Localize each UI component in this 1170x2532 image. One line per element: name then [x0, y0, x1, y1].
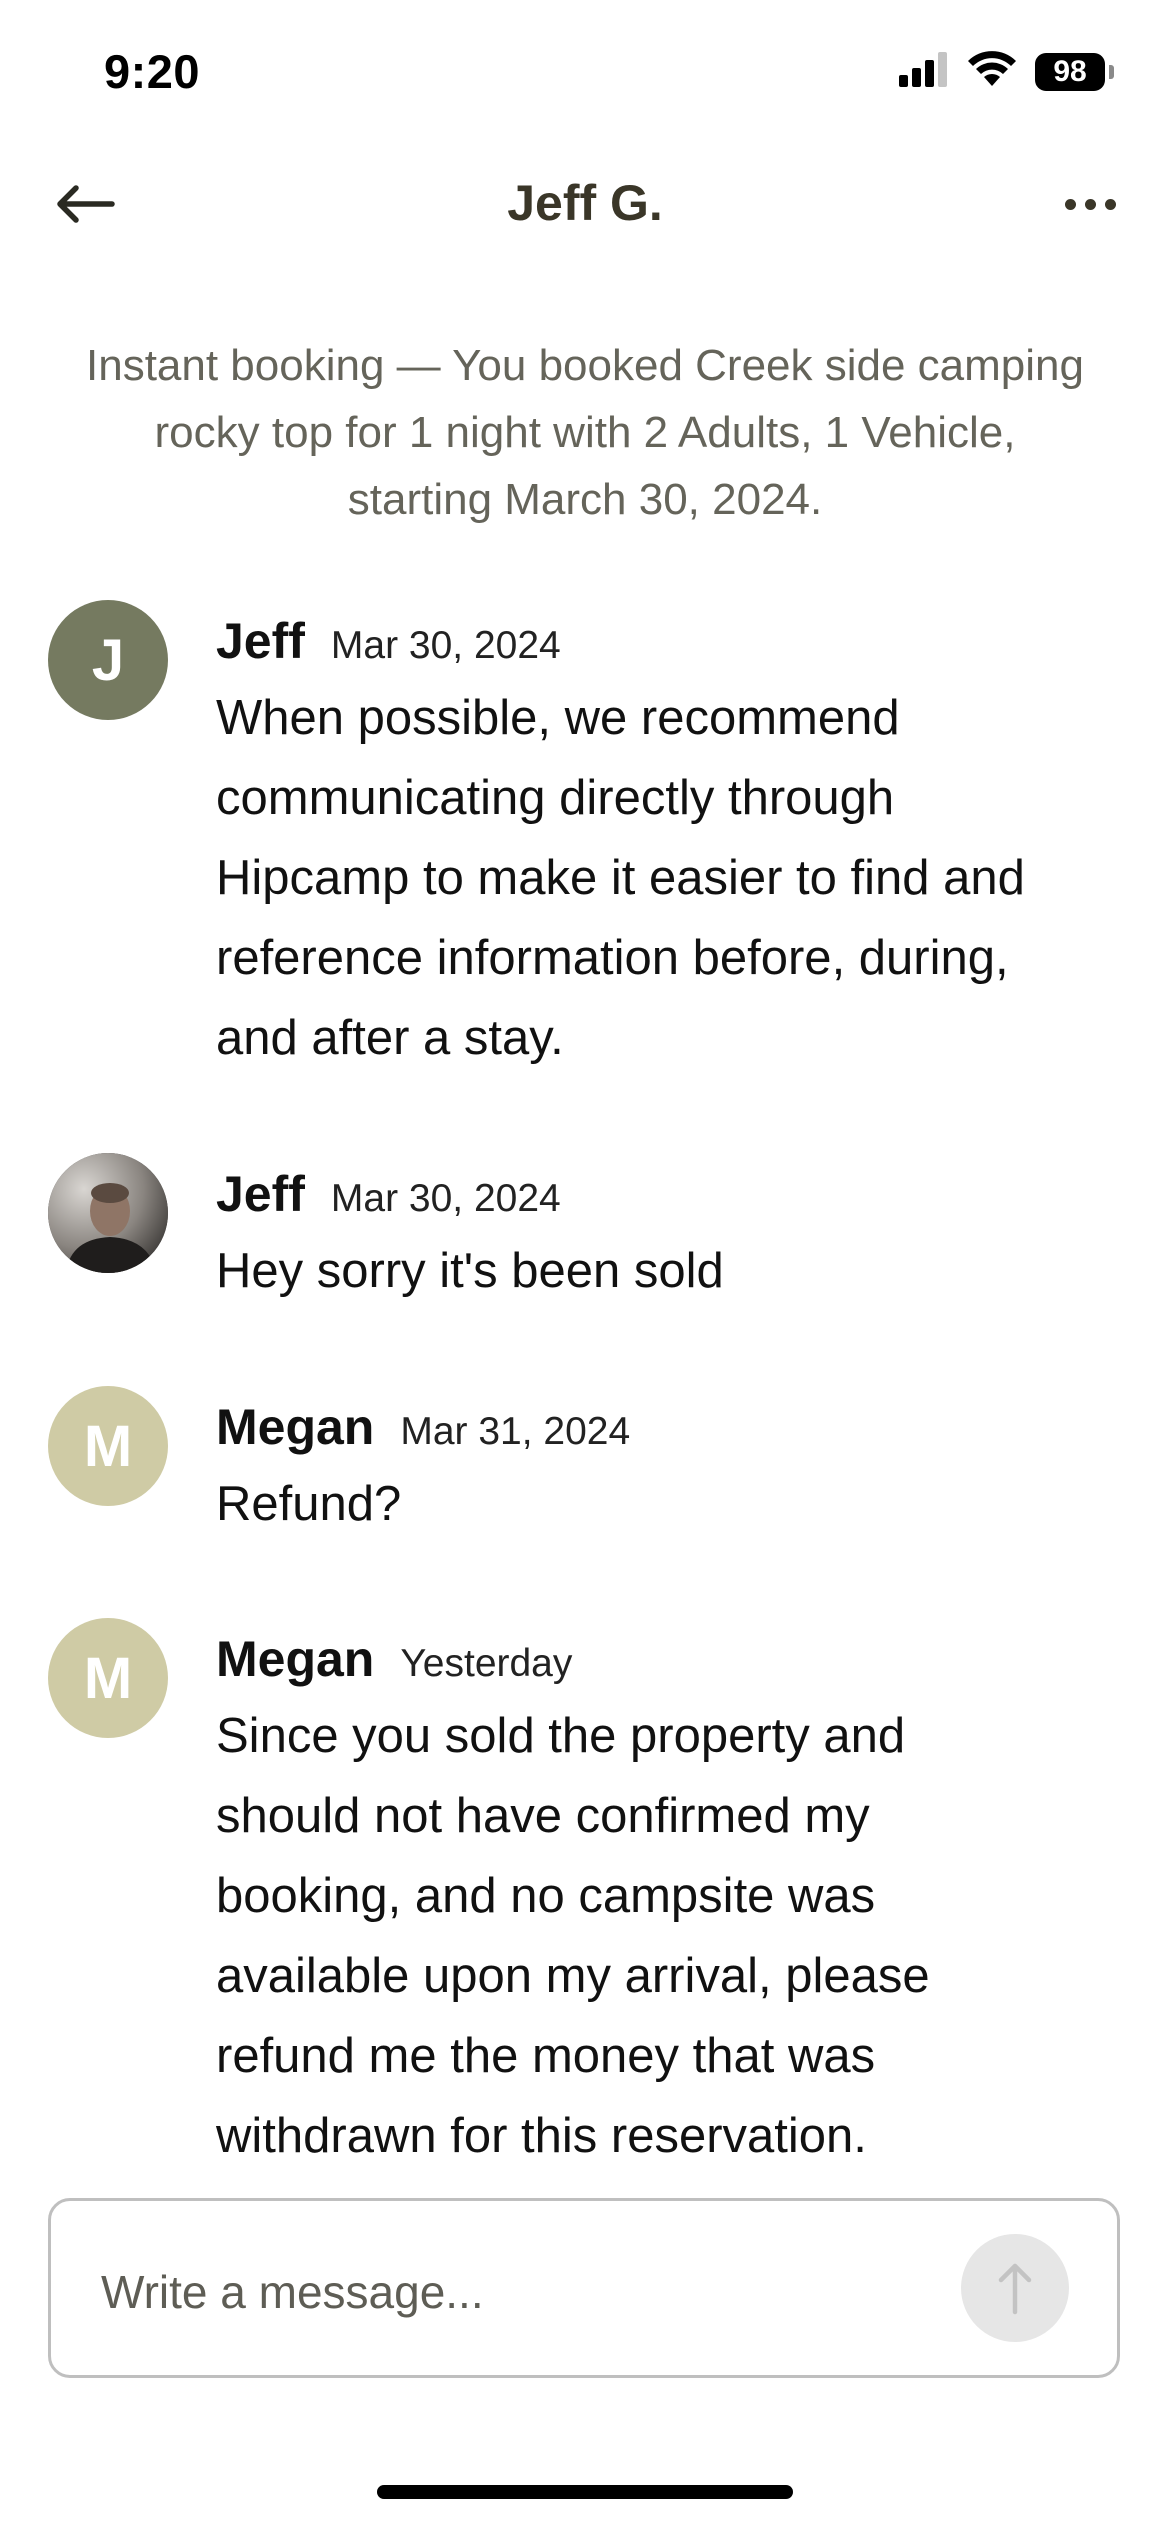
avatar[interactable]: M — [48, 1618, 168, 1738]
conversation-header: Jeff G. — [0, 150, 1170, 260]
message-line: should not have confirmed my — [216, 1789, 870, 1843]
sender-name: Megan — [216, 1399, 375, 1455]
message-line: available upon my arrival, please — [216, 1949, 930, 2003]
message-text: Refund? — [216, 1464, 1120, 1544]
wifi-icon — [967, 50, 1017, 93]
message-line: refund me the money that was — [216, 2029, 876, 2083]
more-options-button[interactable] — [1050, 174, 1130, 234]
message-line: communicating directly through — [216, 771, 895, 825]
page-title: Jeff G. — [507, 175, 663, 231]
message-line: withdrawn for this reservation. — [216, 2109, 867, 2163]
message-line: When possible, we recommend — [216, 691, 900, 745]
avatar-initial: M — [83, 1645, 133, 1711]
booking-notice: Instant booking — You booked Creek side … — [40, 332, 1130, 533]
battery-icon: 98 — [1035, 52, 1105, 91]
home-indicator[interactable] — [377, 2485, 793, 2499]
status-icons: 98 — [899, 50, 1114, 93]
booking-notice-line: starting March 30, 2024. — [347, 475, 823, 524]
status-bar: 9:20 98 — [0, 0, 1170, 150]
message-line: booking, and no campsite was — [216, 1869, 876, 1923]
sender-name: Megan — [216, 1631, 375, 1687]
sender-name: Jeff — [216, 1166, 305, 1222]
message-line: Refund? — [216, 1477, 402, 1531]
message-header: Megan Yesterday — [216, 1618, 1120, 1700]
message-text: Hey sorry it's been sold — [216, 1231, 1120, 1311]
message-date: Mar 30, 2024 — [330, 624, 561, 667]
cellular-signal-icon — [899, 51, 949, 92]
message-body: Jeff Mar 30, 2024 When possible, we reco… — [216, 600, 1120, 1078]
message-body: Megan Mar 31, 2024 Refund? — [216, 1386, 1120, 1544]
message-text: Since you sold the property and should n… — [216, 1696, 1120, 2176]
message-body: Megan Yesterday Since you sold the prope… — [216, 1618, 1120, 2176]
send-button[interactable] — [961, 2234, 1069, 2342]
sender-name: Jeff — [216, 613, 305, 669]
booking-notice-line: rocky top for 1 night with 2 Adults, 1 V… — [154, 408, 1016, 457]
message-line: and after a stay. — [216, 1011, 564, 1065]
message-header: Megan Mar 31, 2024 — [216, 1386, 1120, 1468]
avatar[interactable] — [48, 1153, 168, 1273]
message-date: Mar 30, 2024 — [330, 1177, 561, 1220]
user-photo-avatar — [48, 1153, 168, 1273]
battery-cap — [1109, 64, 1114, 79]
message-body: Jeff Mar 30, 2024 Hey sorry it's been so… — [216, 1153, 1120, 1311]
avatar-initial: M — [83, 1413, 133, 1479]
booking-notice-line: Instant booking — You booked Creek side … — [86, 341, 1084, 390]
message-input[interactable] — [99, 2251, 963, 2333]
more-horizontal-icon-dot — [1084, 198, 1096, 210]
more-horizontal-icon-dot — [1104, 198, 1116, 210]
message-line: Hipcamp to make it easier to find and — [216, 851, 1025, 905]
message-header: Jeff Mar 30, 2024 — [216, 600, 1120, 682]
avatar[interactable]: M — [48, 1386, 168, 1506]
avatar-initial: J — [91, 627, 125, 693]
avatar[interactable]: J — [48, 600, 168, 720]
message-composer — [48, 2198, 1120, 2378]
status-time: 9:20 — [104, 45, 201, 98]
battery-level: 98 — [1053, 54, 1087, 88]
message-text: When possible, we recommend communicatin… — [216, 678, 1120, 1078]
more-horizontal-icon-dot — [1064, 198, 1076, 210]
message-header: Jeff Mar 30, 2024 — [216, 1153, 1120, 1235]
message-date: Yesterday — [400, 1642, 573, 1685]
conversation-screen: 9:20 98 Jeff G. Instant booking — You bo… — [0, 0, 1170, 2532]
message-date: Mar 31, 2024 — [400, 1410, 631, 1453]
arrow-up-icon — [998, 2263, 1032, 2315]
message-line: Hey sorry it's been sold — [216, 1244, 724, 1298]
message-line: reference information before, during, — [216, 931, 1009, 985]
message-line: Since you sold the property and — [216, 1709, 906, 1763]
